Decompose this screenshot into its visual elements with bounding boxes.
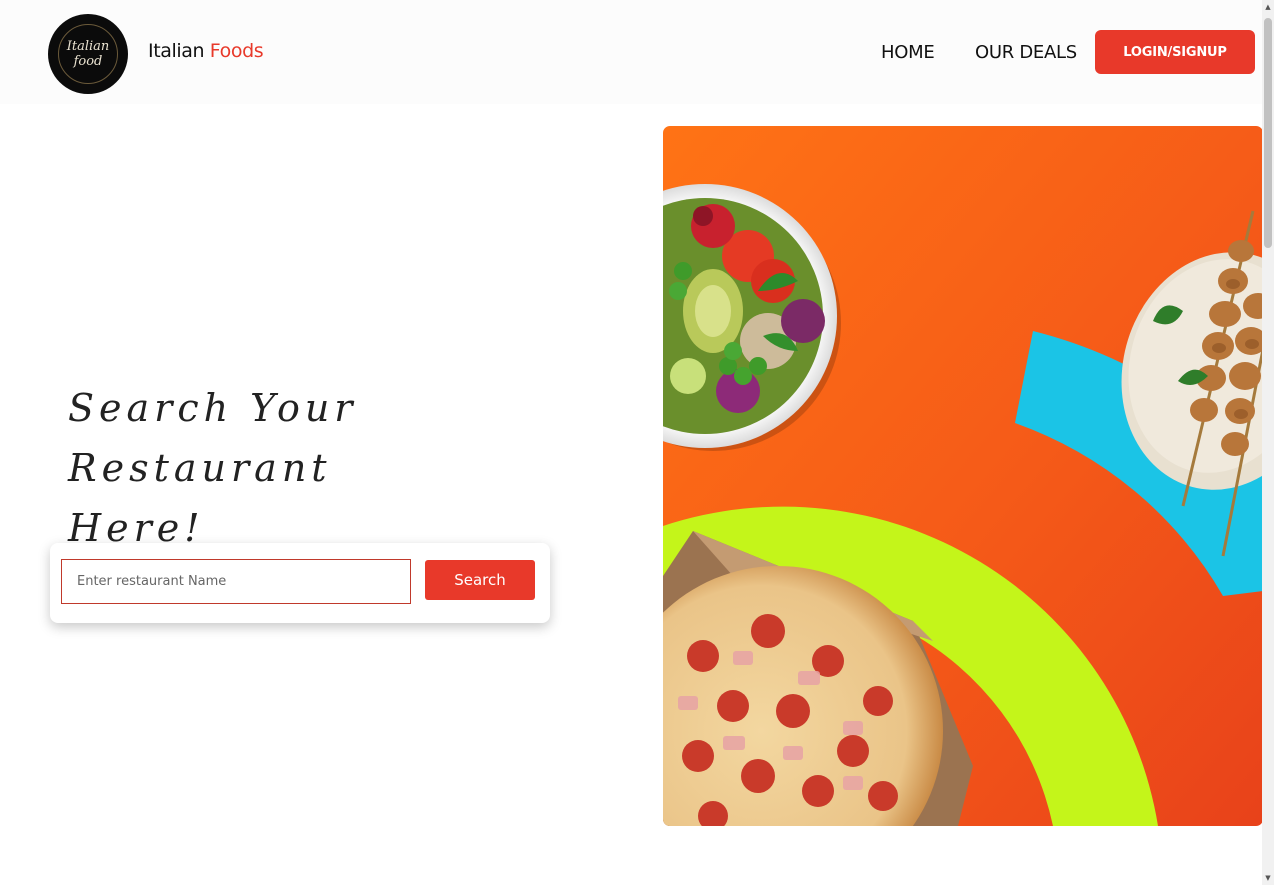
scroll-up-arrow-icon[interactable]: ▲ — [1262, 0, 1274, 14]
site-header: Italian food Italian Foods HOME OUR DEAL… — [0, 0, 1262, 104]
logo-badge-icon: Italian food — [58, 24, 118, 84]
nav-home-link[interactable]: HOME — [881, 42, 935, 63]
hero-headline: Search Your Restaurant Here! — [68, 378, 608, 558]
nav-our-deals-link[interactable]: OUR DEALS — [975, 42, 1077, 63]
brand-name: Italian — [148, 40, 205, 62]
logo-text-1: Italian — [66, 39, 110, 54]
scrollbar-thumb[interactable] — [1264, 18, 1272, 248]
logo-text-2: food — [73, 54, 103, 69]
page-scrollbar[interactable]: ▲ ▼ — [1262, 0, 1274, 885]
logo-script-icon: Italian food — [66, 39, 110, 69]
login-signup-button[interactable]: LOGIN/SIGNUP — [1095, 30, 1255, 74]
scroll-down-arrow-icon[interactable]: ▼ — [1262, 871, 1274, 885]
headline-line-1: Search Your Restaurant — [68, 386, 358, 490]
search-card: Search — [50, 543, 550, 623]
brand-accent: Foods — [209, 40, 264, 62]
hero-food-image — [663, 126, 1263, 826]
food-collage-illustration — [663, 126, 1263, 826]
brand-title[interactable]: Italian Foods — [148, 40, 264, 62]
search-button[interactable]: Search — [425, 560, 535, 600]
logo[interactable]: Italian food — [48, 14, 128, 94]
restaurant-search-input[interactable] — [61, 559, 411, 604]
